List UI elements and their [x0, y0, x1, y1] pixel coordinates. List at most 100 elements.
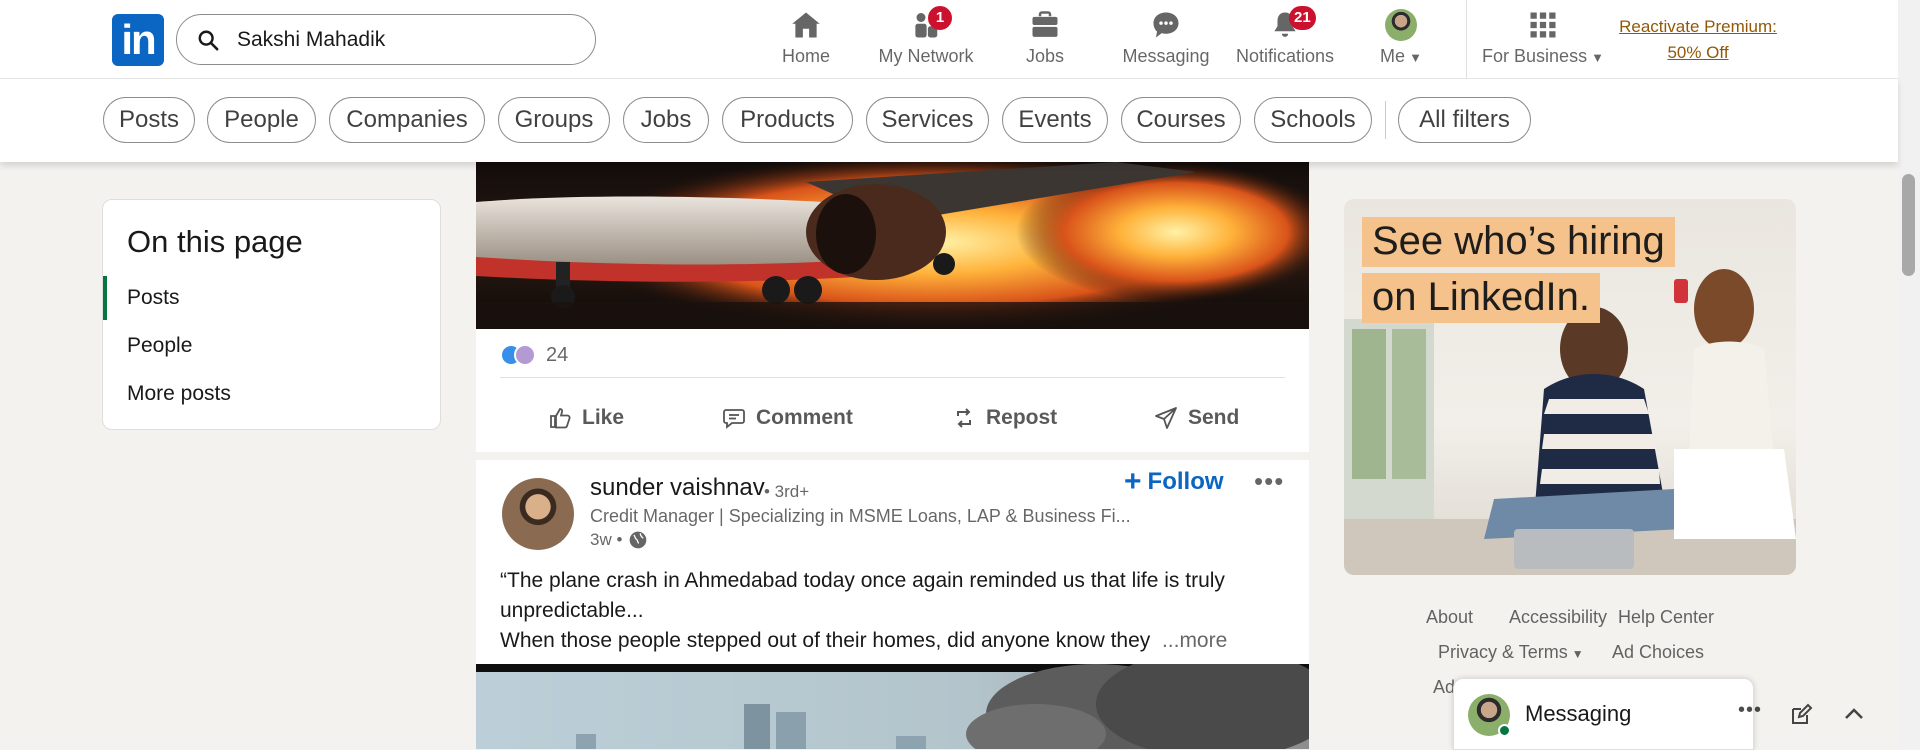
messaging-title: Messaging — [1525, 701, 1632, 726]
nav-home[interactable]: Home — [762, 8, 850, 72]
post-meta: 3w • — [590, 530, 648, 550]
plus-icon: + — [1124, 465, 1142, 498]
send-label: Send — [1188, 406, 1240, 429]
ad-line-1: See who’s hiring — [1362, 217, 1675, 267]
toc-item-posts[interactable]: Posts — [103, 276, 442, 320]
author-headline: Credit Manager | Specializing in MSME Lo… — [590, 506, 1131, 526]
nav-jobs-label: Jobs — [1025, 46, 1065, 66]
author-avatar[interactable] — [502, 478, 574, 550]
nav-for-business-label: For Business — [1482, 46, 1588, 66]
on-this-page-card: On this page Posts People More posts — [102, 199, 441, 430]
nav-home-label: Home — [781, 46, 830, 66]
compose-icon[interactable] — [1789, 703, 1813, 727]
globe-icon — [630, 531, 647, 549]
see-more-link[interactable]: ...more — [1162, 629, 1227, 652]
top-navigation-bar: in Home 1 My Network — [0, 0, 1898, 79]
footer-privacy-terms-link[interactable]: Privacy & Terms ▼ — [1438, 642, 1584, 663]
post-text-line-3: When those people stepped out of their h… — [500, 629, 1151, 652]
search-icon — [198, 30, 219, 51]
repost-label: Repost — [986, 406, 1058, 429]
search-filter-bar: Posts People Companies Groups Jobs Produ… — [0, 79, 1898, 162]
nav-messaging-label: Messaging — [1122, 46, 1210, 66]
post-text-line-2: unpredictable... — [500, 599, 644, 622]
search-input[interactable] — [235, 23, 575, 57]
nav-jobs[interactable]: Jobs — [1002, 8, 1088, 72]
reactivate-premium-link[interactable]: Reactivate Premium: 50% Off — [1608, 14, 1788, 66]
filter-posts[interactable]: Posts — [103, 97, 195, 143]
nav-divider — [1466, 0, 1467, 79]
toc-item-more-posts[interactable]: More posts — [103, 372, 442, 416]
nav-notifications-label: Notifications — [1235, 46, 1335, 66]
follow-button[interactable]: + Follow — [1124, 465, 1224, 498]
filter-divider — [1385, 101, 1386, 139]
premium-line-1: Reactivate Premium: — [1619, 17, 1777, 36]
connection-degree: • 3rd+ — [764, 482, 810, 501]
privacy-terms-label: Privacy & Terms — [1438, 642, 1568, 662]
online-status-indicator — [1498, 724, 1511, 737]
briefcase-icon — [1032, 11, 1058, 37]
filter-people[interactable]: People — [207, 97, 316, 143]
author-name[interactable]: sunder vaishnav — [590, 474, 765, 502]
ad-headline: See who’s hiring on LinkedIn. — [1362, 217, 1675, 329]
page-scrollbar[interactable] — [1898, 0, 1920, 749]
scrollbar-thumb[interactable] — [1902, 174, 1915, 276]
see-whos-hiring-ad[interactable]: See who’s hiring on LinkedIn. — [1344, 199, 1796, 575]
linkedin-logo-icon[interactable]: in — [112, 14, 164, 66]
like-button[interactable]: Like — [548, 388, 624, 448]
chat-bubble-icon — [1153, 12, 1179, 38]
filter-schools[interactable]: Schools — [1254, 97, 1372, 143]
filter-jobs[interactable]: Jobs — [623, 97, 709, 143]
send-button[interactable]: Send — [1154, 388, 1239, 448]
filter-companies[interactable]: Companies — [329, 97, 485, 143]
thumbs-up-icon — [550, 408, 571, 429]
comment-button[interactable]: Comment — [722, 388, 853, 448]
messaging-more-icon[interactable]: ••• — [1738, 699, 1762, 722]
post-image-plane-fire[interactable] — [476, 162, 1309, 329]
repost-icon — [957, 408, 971, 428]
footer-help-center-link[interactable]: Help Center — [1618, 607, 1714, 628]
filter-services[interactable]: Services — [866, 97, 989, 143]
chevron-down-icon: ▼ — [1571, 647, 1584, 661]
send-icon — [1155, 407, 1177, 429]
nav-my-network-label: My Network — [878, 46, 974, 66]
reactions-summary[interactable]: 24 — [500, 340, 568, 370]
city-smoke-illustration — [476, 664, 1309, 749]
post-text-line-1: “The plane crash in Ahmedabad today once… — [500, 569, 1225, 592]
like-label: Like — [582, 406, 625, 429]
post-image-city-smoke[interactable] — [476, 664, 1309, 749]
support-reaction-icon — [514, 344, 536, 366]
premium-line-2: 50% Off — [1667, 43, 1729, 62]
comment-icon — [723, 409, 745, 429]
reaction-count: 24 — [546, 343, 569, 366]
nav-for-business[interactable]: For Business ▼ — [1478, 8, 1608, 72]
nav-messaging[interactable]: Messaging — [1116, 8, 1216, 72]
nav-notifications[interactable]: 21 Notifications — [1232, 6, 1338, 72]
footer-advertising-link[interactable]: Ad — [1433, 677, 1455, 698]
footer-ad-choices-link[interactable]: Ad Choices — [1612, 642, 1704, 663]
network-badge: 1 — [928, 6, 952, 30]
chevron-down-icon: ▼ — [1591, 50, 1604, 65]
search-box[interactable] — [176, 14, 596, 65]
toc-item-people[interactable]: People — [103, 324, 442, 368]
plane-fire-illustration — [476, 162, 1309, 329]
filter-courses[interactable]: Courses — [1121, 97, 1241, 143]
filter-groups[interactable]: Groups — [498, 97, 610, 143]
chevron-down-icon: ▼ — [1409, 50, 1422, 65]
footer-accessibility-link[interactable]: Accessibility — [1509, 607, 1607, 628]
repost-button[interactable]: Repost — [952, 388, 1057, 448]
filter-events[interactable]: Events — [1002, 97, 1108, 143]
post-time: 3w • — [590, 530, 623, 549]
post-text: “The plane crash in Ahmedabad today once… — [500, 566, 1285, 656]
post-separator — [476, 452, 1309, 460]
chevron-up-icon[interactable] — [1842, 702, 1866, 726]
nav-my-network[interactable]: 1 My Network — [868, 6, 984, 72]
filter-products[interactable]: Products — [722, 97, 853, 143]
grid-apps-icon — [1530, 12, 1556, 38]
messaging-panel-header[interactable]: Messaging ••• — [1453, 678, 1863, 750]
all-filters-button[interactable]: All filters — [1398, 97, 1531, 143]
divider — [500, 377, 1285, 378]
footer-about-link[interactable]: About — [1426, 607, 1473, 628]
more-options-icon[interactable]: ••• — [1254, 466, 1284, 497]
nav-me[interactable]: Me ▼ — [1368, 8, 1434, 72]
on-this-page-title: On this page — [127, 224, 303, 259]
